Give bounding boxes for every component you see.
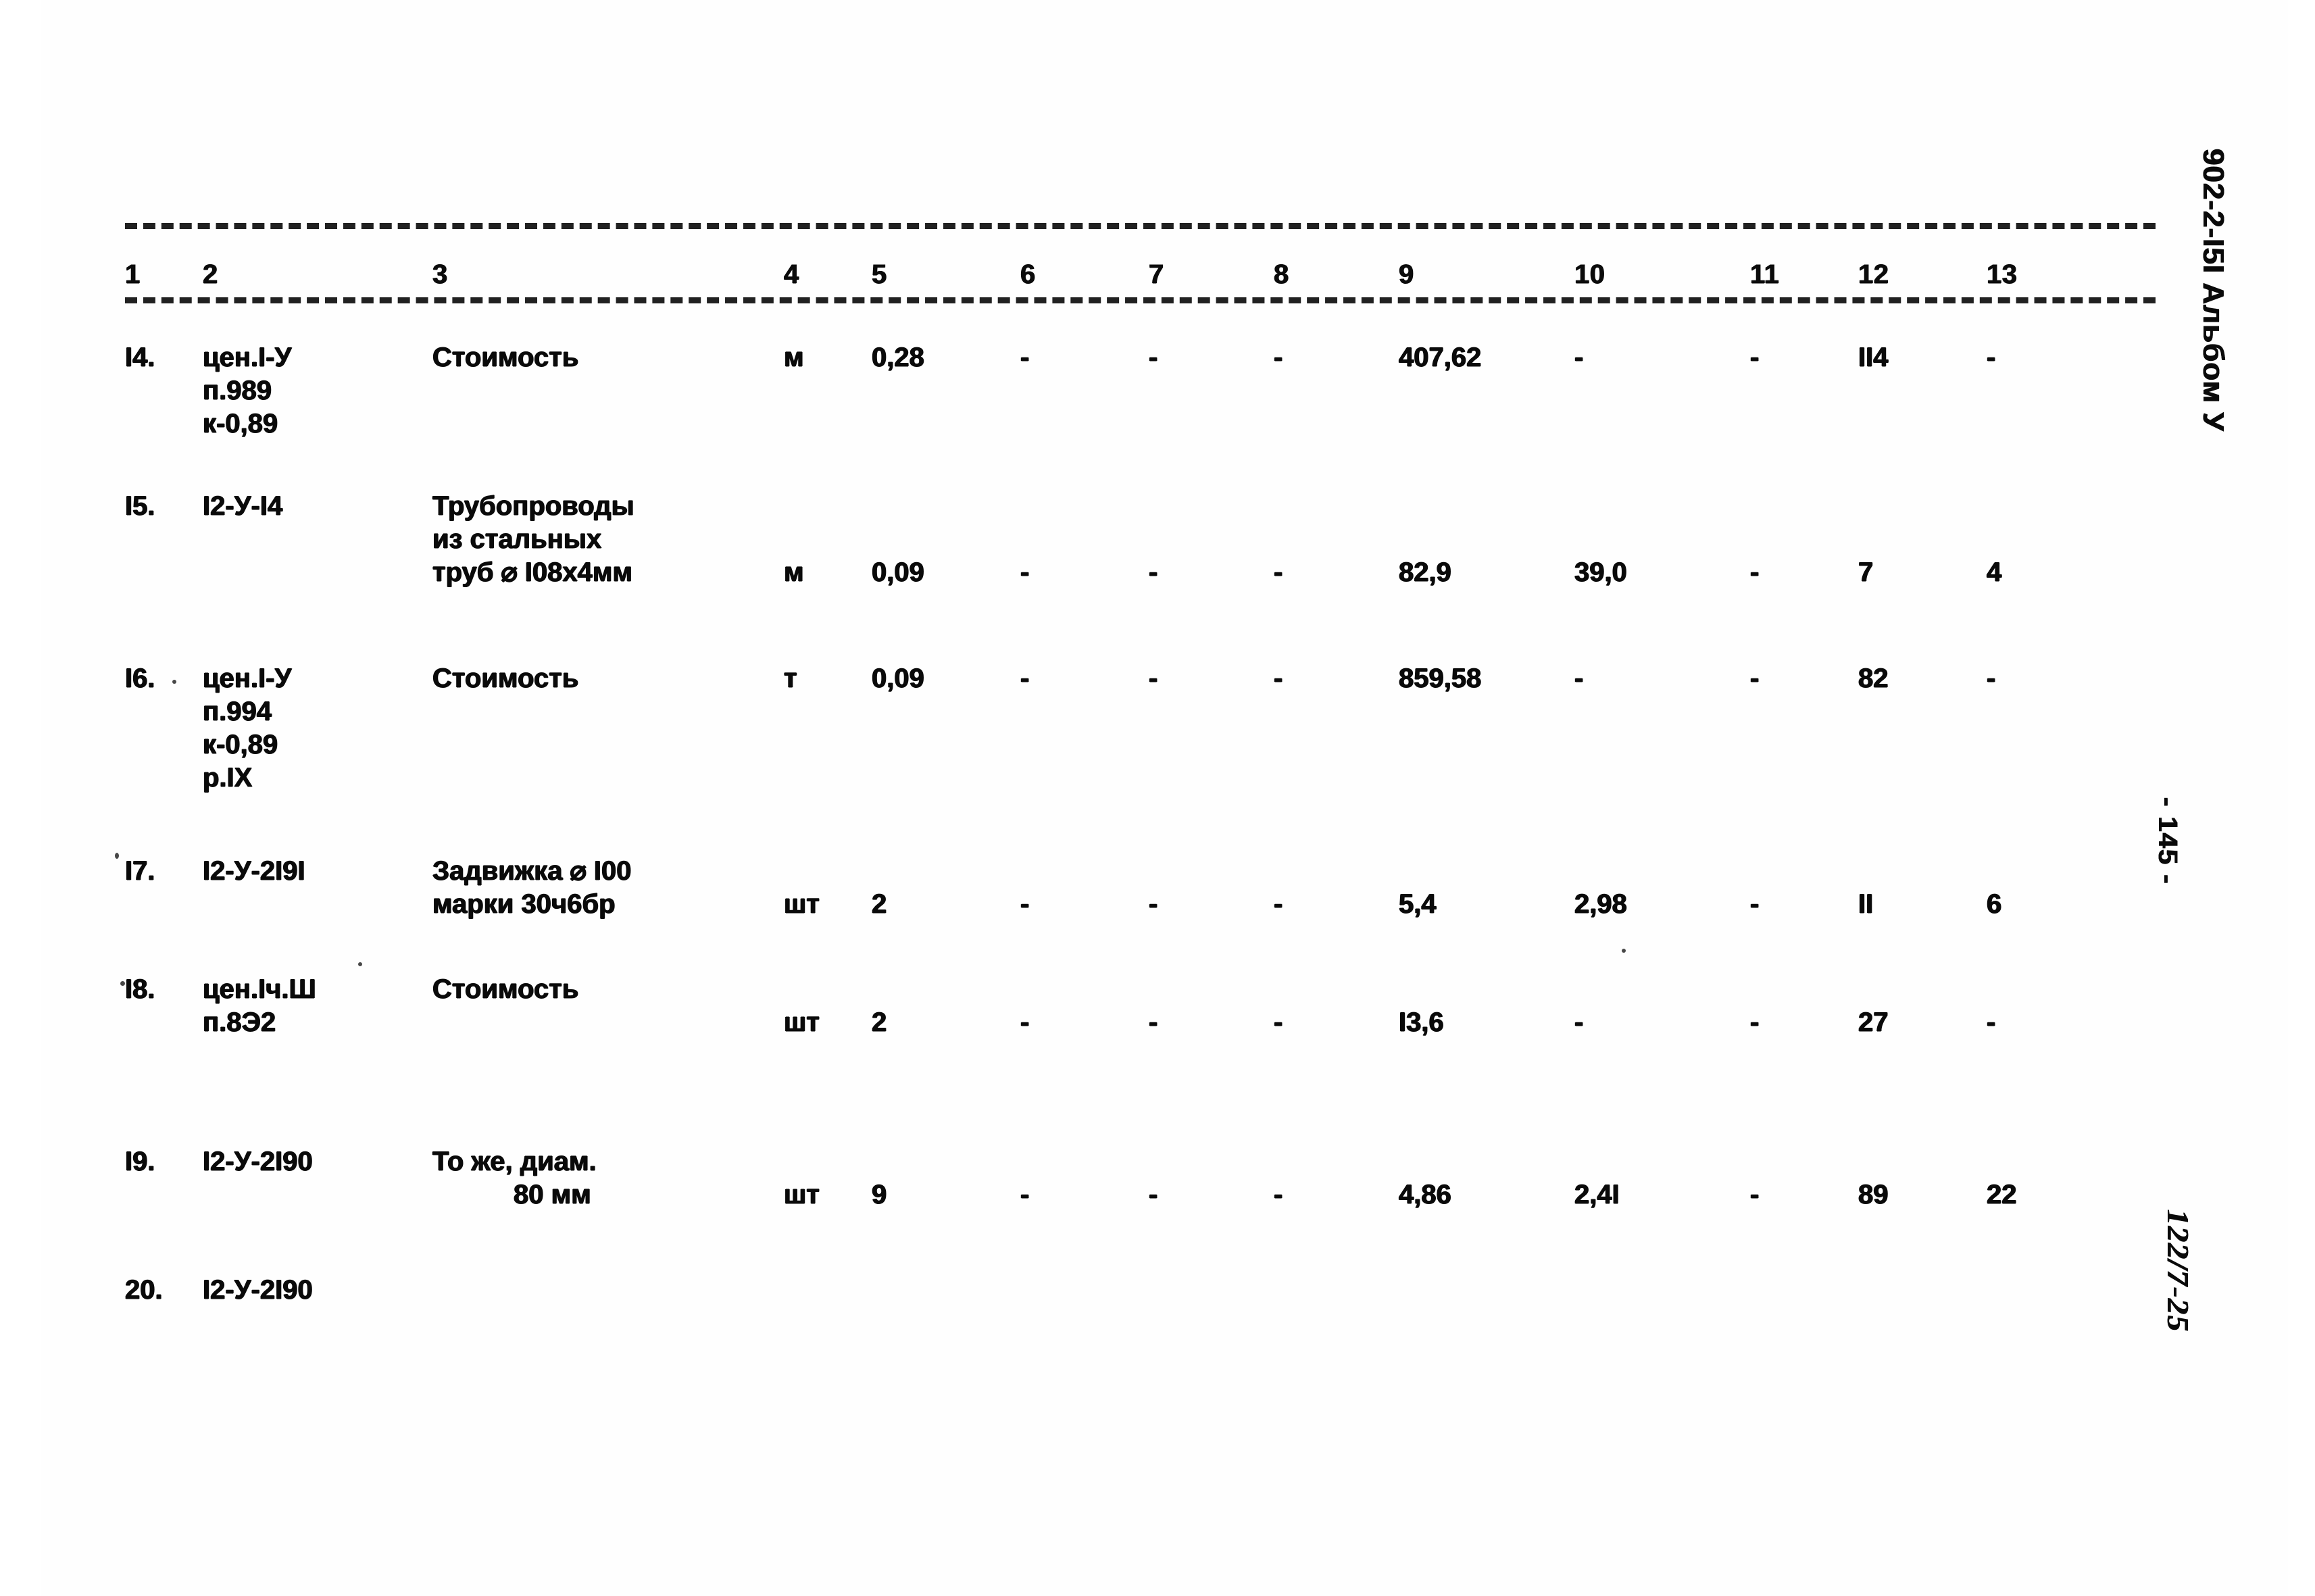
column-number-5: 5	[872, 259, 887, 289]
value-col5: 0,09	[872, 557, 924, 587]
row-description-cell: Стоимость	[432, 974, 579, 1004]
row-code-cell: I2-У-2I90	[203, 1147, 313, 1176]
unit-cell: м	[784, 343, 804, 372]
row-description-cell: Трубопроводы	[432, 491, 634, 521]
album-reference-mark: 902-2-I5I Альбом У	[2197, 149, 2230, 432]
column-number-2: 2	[203, 259, 218, 289]
column-number-3: 3	[432, 259, 448, 289]
row-code-cell: к-0,89	[203, 730, 278, 759]
column-number-11: 11	[1750, 259, 1780, 289]
row-code-cell: п.994	[203, 697, 272, 726]
value-col13: 4	[1987, 557, 2002, 587]
value-col10: -	[1574, 1007, 1584, 1037]
column-number-13: 13	[1987, 259, 2018, 289]
value-col9: 5,4	[1399, 889, 1437, 919]
row-description-cell: Задвижка ⌀ I00	[432, 856, 632, 886]
unit-cell: шт	[784, 889, 820, 919]
value-col10: 39,0	[1574, 557, 1627, 587]
value-col9: 407,62	[1399, 343, 1482, 372]
column-number-4: 4	[784, 259, 799, 289]
scan-speck	[358, 962, 362, 966]
archive-stamp-mark: 122/7-25	[2161, 1210, 2195, 1333]
row-code-cell: I2-У-2I90	[203, 1275, 313, 1305]
row-code-cell: п.989	[203, 376, 272, 405]
column-number-10: 10	[1574, 259, 1605, 289]
row-code-cell: цен.Iч.Ш	[203, 974, 316, 1004]
value-col5: 2	[872, 1007, 887, 1037]
scan-speck	[1622, 949, 1626, 953]
unit-cell: шт	[784, 1007, 820, 1037]
value-col13: -	[1987, 343, 1996, 372]
value-col10: -	[1574, 664, 1584, 693]
row-code-cell: цен.I-У	[203, 664, 292, 693]
unit-cell: шт	[784, 1180, 820, 1210]
value-col9: I3,6	[1399, 1007, 1444, 1037]
table-column-number-row: 1 2 3 4 5 6 7 8 9 10 11 12 13	[0, 259, 2315, 300]
value-col13: -	[1987, 664, 1996, 693]
table-top-rule	[125, 223, 2156, 229]
column-number-1: 1	[125, 259, 141, 289]
row-code-cell: I2-У-2I9I	[203, 856, 305, 886]
column-number-9: 9	[1399, 259, 1414, 289]
column-number-12: 12	[1858, 259, 1889, 289]
value-col13: 6	[1987, 889, 2002, 919]
value-col5: 0,09	[872, 664, 924, 693]
value-col9: 4,86	[1399, 1180, 1451, 1210]
row-code-cell: к-0,89	[203, 409, 278, 439]
row-description-cell: То же, диам.	[432, 1147, 597, 1176]
value-col9: 859,58	[1399, 664, 1482, 693]
value-col13: -	[1987, 1007, 1996, 1037]
column-number-7: 7	[1149, 259, 1164, 289]
value-col5: 0,28	[872, 343, 924, 372]
row-description-cell: труб ⌀ I08х4мм	[432, 557, 633, 587]
row-description-cell: Стоимость	[432, 664, 579, 693]
page-margin-right	[2288, 0, 2315, 1596]
row-description-cell: Стоимость	[432, 343, 579, 372]
row-code-cell: р.IХ	[203, 763, 253, 793]
value-col9: 82,9	[1399, 557, 1451, 587]
value-col13: 22	[1987, 1180, 2017, 1210]
scan-speck	[115, 853, 119, 859]
row-description-cell: марки 30ч6бр	[432, 889, 616, 919]
column-number-8: 8	[1274, 259, 1289, 289]
row-code-cell: п.8Э2	[203, 1007, 276, 1037]
page-number-mark: - 145 -	[2153, 797, 2183, 885]
value-col10: 2,4I	[1574, 1180, 1620, 1210]
unit-cell: м	[784, 557, 804, 587]
scan-speck	[120, 981, 125, 986]
column-number-6: 6	[1020, 259, 1036, 289]
value-col5: 9	[872, 1180, 887, 1210]
value-col10: 2,98	[1574, 889, 1627, 919]
value-col5: 2	[872, 889, 887, 919]
value-col10: -	[1574, 343, 1584, 372]
document-page: 1 2 3 4 5 6 7 8 9 10 11 12 13 I4. цен.I-У п.989 к-0,89 С…	[0, 0, 2315, 1596]
unit-cell: т	[784, 664, 797, 693]
scan-speck	[172, 680, 176, 684]
row-code-cell: I2-У-I4	[203, 491, 283, 521]
row-description-cell: из стальных	[432, 524, 602, 554]
page-margin-left	[0, 0, 41, 1596]
row-code-cell: цен.I-У	[203, 343, 292, 372]
